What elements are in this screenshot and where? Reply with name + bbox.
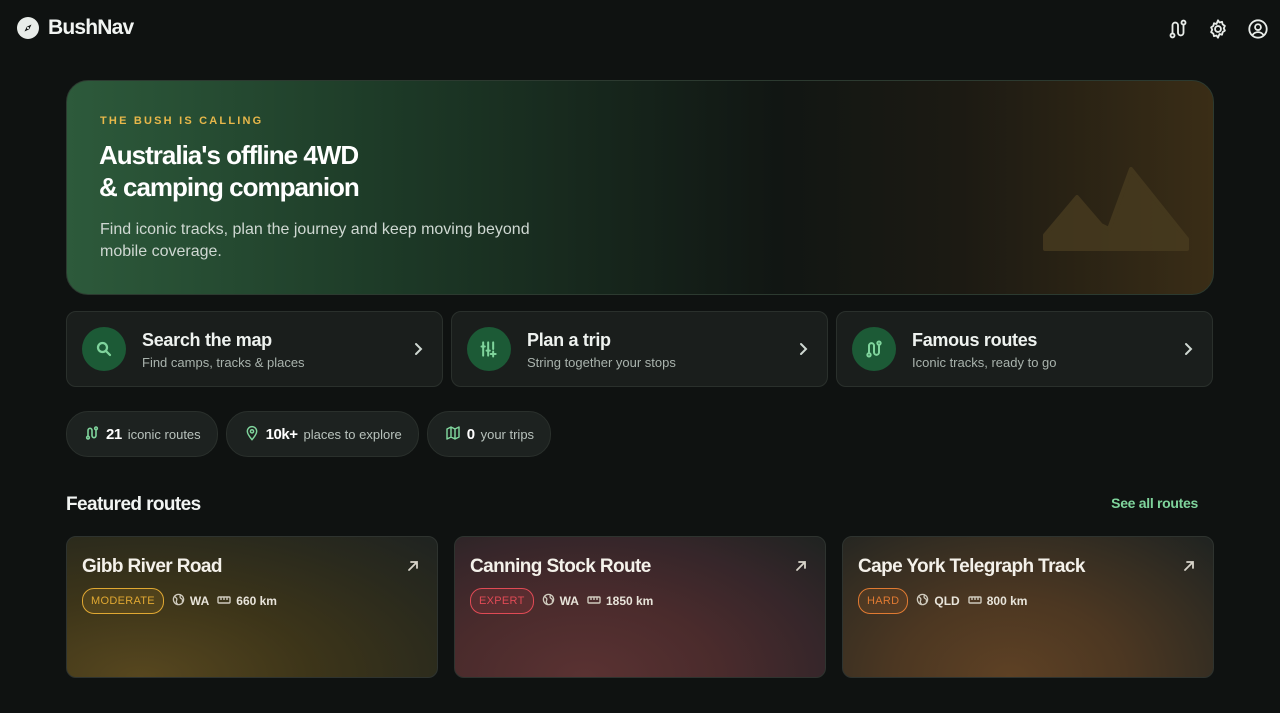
top-bar: BushNav	[0, 0, 1280, 58]
ruler-icon	[587, 594, 601, 608]
difficulty-badge: EXPERT	[470, 588, 534, 614]
stat-value: 0	[466, 425, 475, 443]
hero-title-line-1: Australia's offline 4WD	[99, 140, 359, 170]
stat-label: your trips	[480, 426, 535, 442]
action-search-map[interactable]: Search the map Find camps, tracks & plac…	[66, 311, 443, 387]
route-icon	[852, 327, 896, 371]
action-title: Famous routes	[912, 330, 1038, 350]
arrow-up-right-icon	[406, 559, 420, 578]
stat-pill-trips[interactable]: 0 your trips	[426, 411, 552, 457]
stat-value: 21	[106, 425, 122, 443]
ruler-icon	[217, 594, 231, 608]
hero-eyebrow: THE BUSH IS CALLING	[100, 115, 264, 127]
action-title: Plan a trip	[527, 330, 611, 350]
route-icon	[84, 425, 100, 444]
action-subtitle: Find camps, tracks & places	[142, 355, 305, 370]
mountain-icon	[1043, 167, 1189, 256]
app-name: BushNav	[48, 16, 134, 39]
globe-icon	[542, 593, 555, 609]
brand[interactable]: BushNav	[17, 16, 134, 40]
route-name: Cape York Telegraph Track	[858, 556, 1085, 577]
hero-banner: THE BUSH IS CALLING Australia's offline …	[66, 80, 1214, 295]
stat-pill-routes[interactable]: 21 iconic routes	[66, 411, 218, 457]
route-state: WA	[189, 594, 210, 608]
route-state: WA	[559, 594, 579, 608]
map-icon	[445, 425, 461, 444]
action-famous-routes[interactable]: Famous routes Iconic tracks, ready to go	[836, 311, 1213, 387]
arrow-up-right-icon	[794, 559, 808, 578]
hero-title-line-2: & camping companion	[99, 172, 360, 202]
stat-value: 10k+	[265, 425, 298, 443]
route-state: QLD	[934, 594, 960, 608]
route-name: Canning Stock Route	[470, 556, 651, 577]
route-icon[interactable]	[1166, 17, 1190, 41]
difficulty-badge: MODERATE	[82, 588, 164, 614]
stat-label: iconic routes	[127, 426, 201, 442]
chevron-right-icon	[1180, 339, 1198, 364]
action-plan-trip[interactable]: Plan a trip String together your stops	[451, 311, 828, 387]
arrow-up-right-icon	[1182, 559, 1196, 578]
route-name: Gibb River Road	[82, 556, 222, 577]
hero-title: Australia's offline 4WD & camping compan…	[99, 139, 519, 203]
route-distance: 1850 km	[605, 594, 654, 608]
chevron-right-icon	[795, 339, 813, 364]
stat-label: places to explore	[303, 426, 402, 442]
search-icon	[82, 327, 126, 371]
globe-icon	[172, 593, 185, 609]
route-card-canning-stock-route[interactable]: Canning Stock Route EXPERT WA 1850 km	[454, 536, 826, 678]
ruler-icon	[968, 594, 982, 608]
see-all-routes-link[interactable]: See all routes	[1111, 495, 1198, 511]
route-distance: 800 km	[986, 594, 1028, 608]
route-distance: 660 km	[236, 594, 277, 608]
action-subtitle: Iconic tracks, ready to go	[912, 355, 1057, 370]
settings-gear-icon[interactable]	[1206, 17, 1230, 41]
trip-plan-icon	[467, 327, 511, 371]
globe-icon	[916, 593, 929, 609]
account-icon[interactable]	[1246, 17, 1270, 41]
action-subtitle: String together your stops	[527, 355, 676, 370]
map-pin-icon	[244, 425, 260, 444]
stat-pill-places[interactable]: 10k+ places to explore	[225, 411, 419, 457]
chevron-right-icon	[410, 339, 428, 364]
difficulty-badge: HARD	[858, 588, 909, 614]
featured-routes-title: Featured routes	[66, 494, 201, 515]
compass-icon	[17, 17, 39, 39]
route-card-cape-york-telegraph-track[interactable]: Cape York Telegraph Track HARD QLD 800 k…	[842, 536, 1214, 678]
route-card-gibb-river-road[interactable]: Gibb River Road MODERATE WA 660 km	[66, 536, 438, 678]
action-title: Search the map	[142, 330, 272, 350]
hero-subtitle: Find iconic tracks, plan the journey and…	[100, 221, 530, 260]
